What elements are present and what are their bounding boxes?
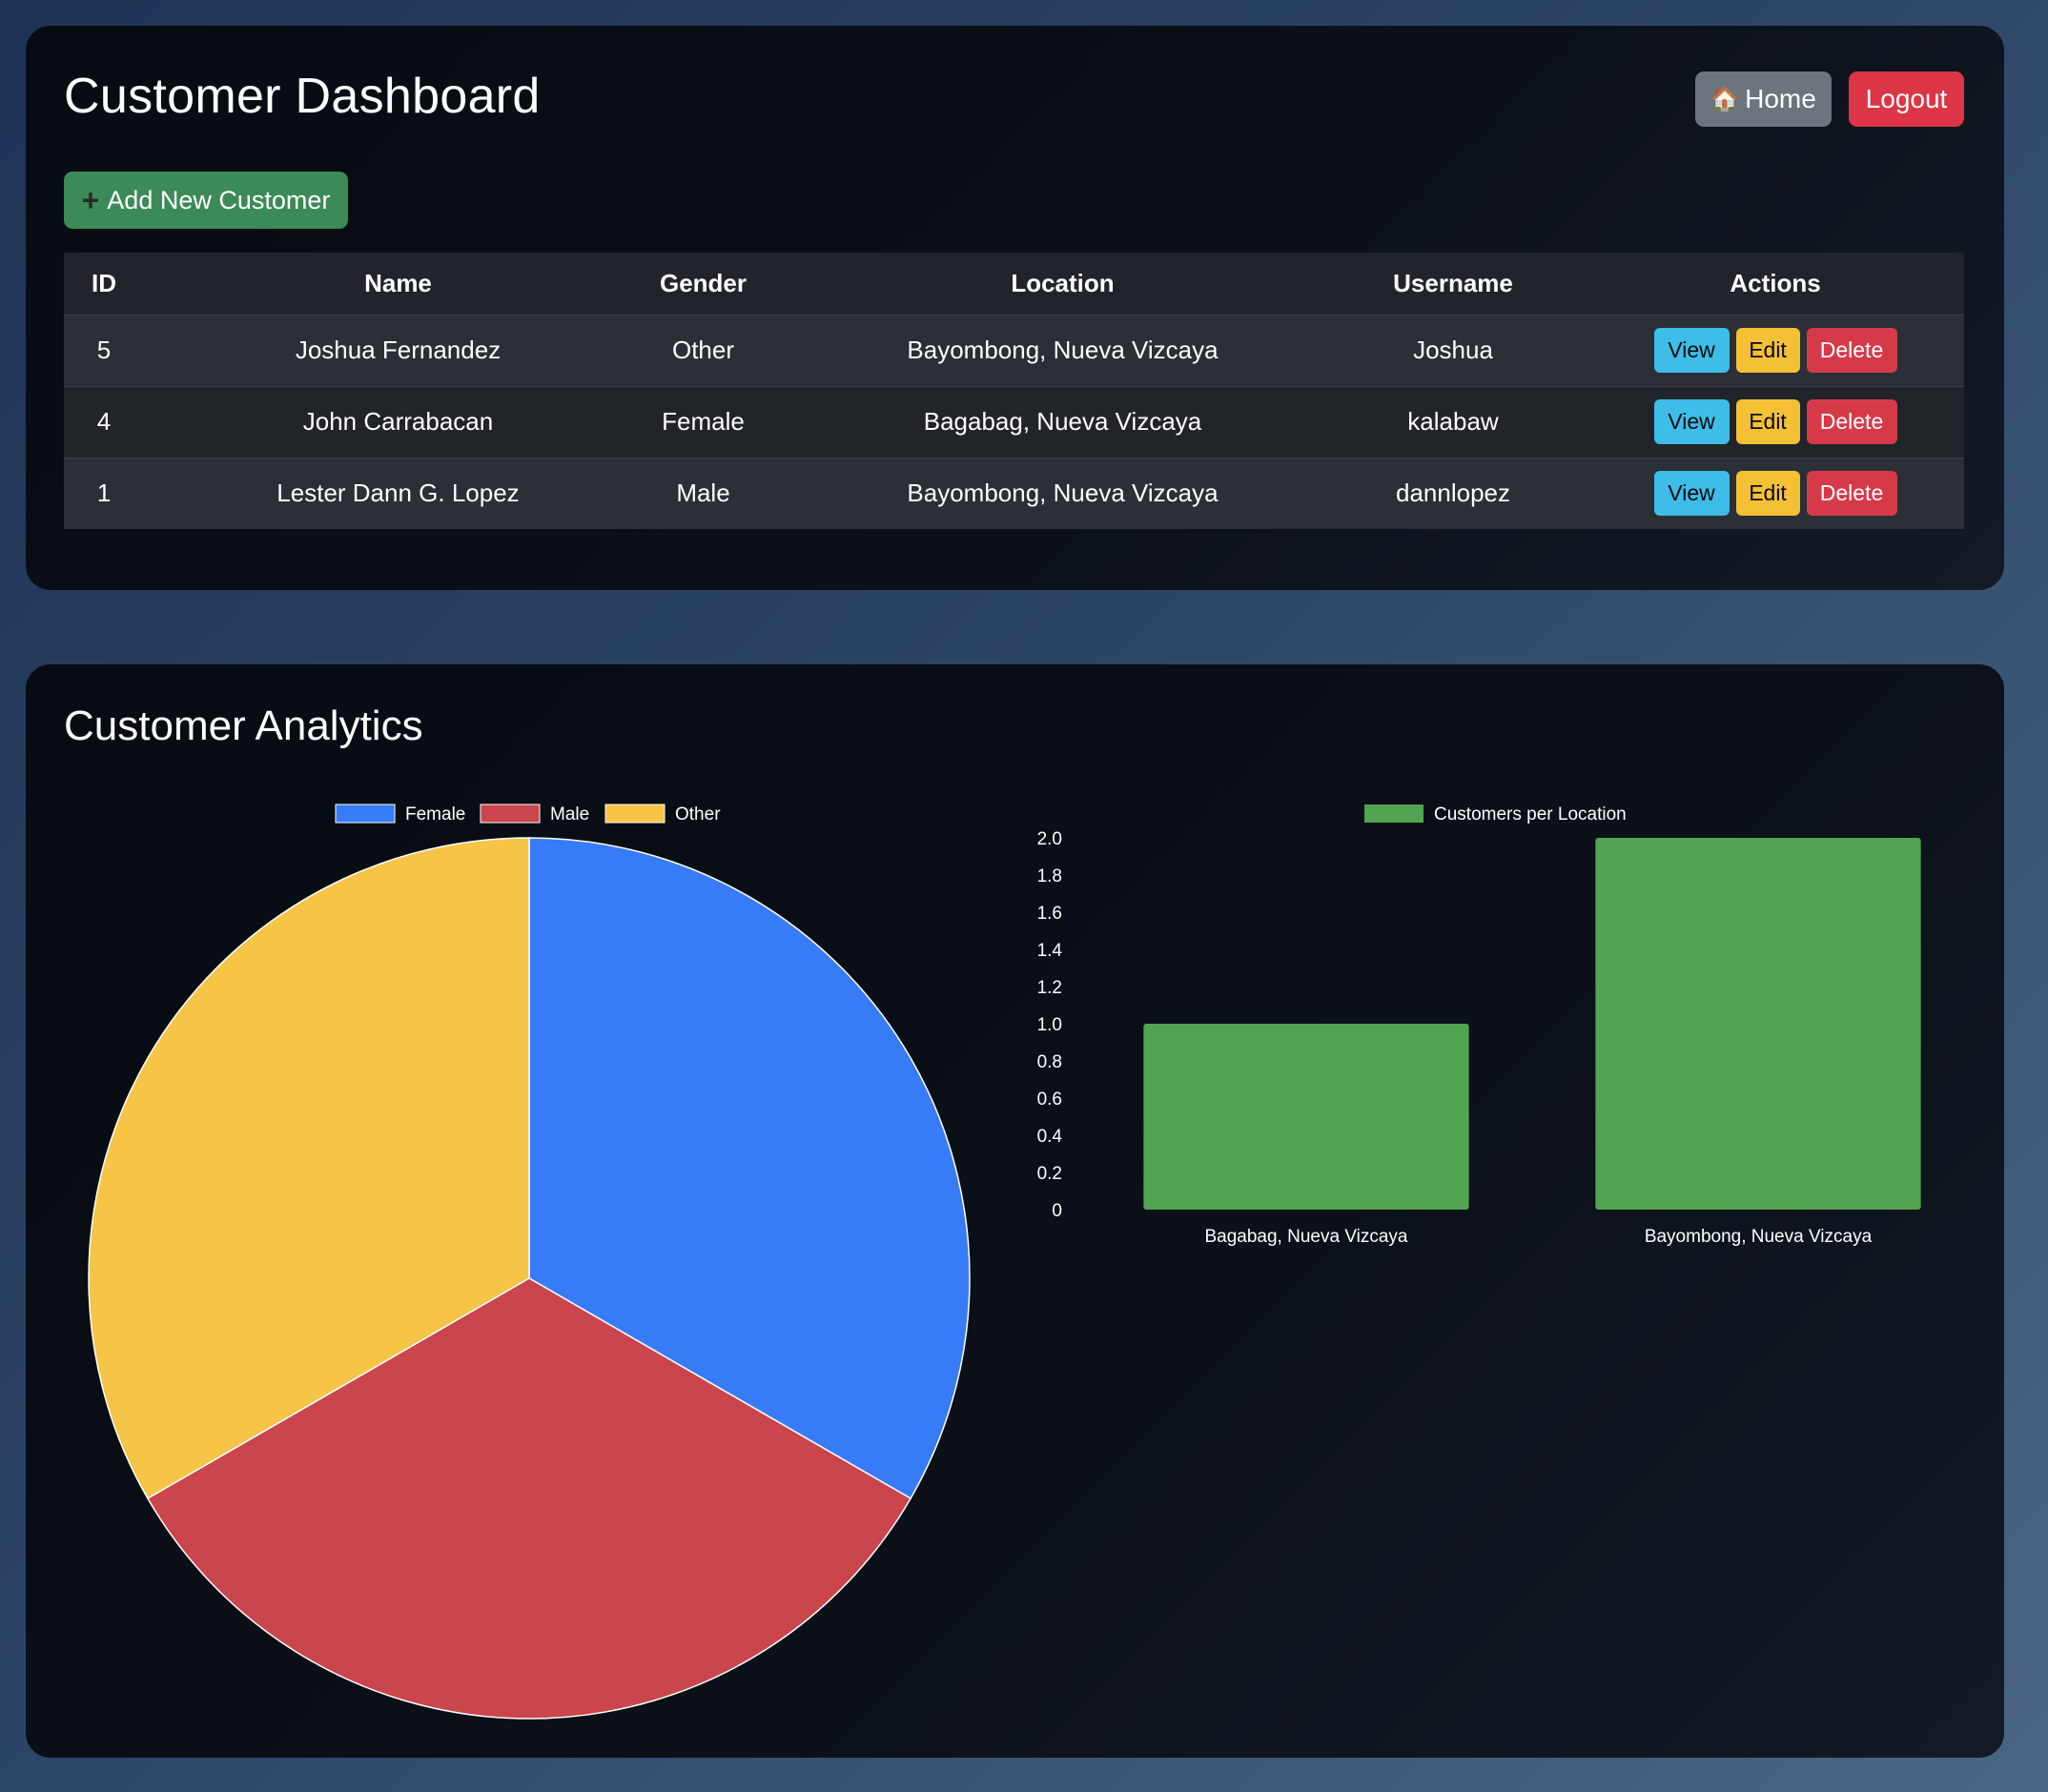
cell-name: Joshua Fernandez bbox=[295, 336, 502, 364]
view-button[interactable]: View bbox=[1653, 399, 1730, 444]
y-tick-label: 1.4 bbox=[1037, 941, 1063, 961]
y-tick-label: 0.8 bbox=[1037, 1052, 1062, 1072]
y-tick-label: 1.6 bbox=[1037, 904, 1062, 924]
table-header-row: ID Name Gender Location Username Actions bbox=[64, 253, 1964, 315]
legend-swatch-female bbox=[335, 804, 396, 824]
y-tick-label: 0.2 bbox=[1037, 1164, 1062, 1184]
legend-swatch-customers-per-location bbox=[1364, 804, 1423, 823]
y-tick-label: 0.6 bbox=[1037, 1089, 1062, 1110]
cell-location: Bagabag, Nueva Vizcaya bbox=[923, 407, 1202, 436]
home-button[interactable]: 🏠 Home bbox=[1695, 71, 1832, 127]
plus-icon: + bbox=[81, 183, 100, 217]
column-header-name: Name bbox=[364, 268, 432, 297]
analytics-charts: Female Male Other 0 0.2 0.4 0.6 0.8 1.0 1.2 1.4 1.… bbox=[88, 804, 1921, 1720]
x-tick-label: Bagabag, Nueva Vizcaya bbox=[1204, 1227, 1407, 1247]
table-row: 1 Lester Dann G. Lopez Male Bayombong, N… bbox=[64, 458, 1964, 529]
y-tick-label: 1.2 bbox=[1037, 978, 1062, 998]
x-tick-label: Bayombong, Nueva Vizcaya bbox=[1645, 1227, 1873, 1247]
column-header-id: ID bbox=[92, 268, 116, 297]
cell-actions: View Edit Delete bbox=[1535, 315, 1964, 386]
cell-location: Bayombong, Nueva Vizcaya bbox=[907, 336, 1219, 364]
legend-label-customers-per-location: Customers per Location bbox=[1434, 804, 1627, 825]
cell-username: Joshua bbox=[1413, 336, 1493, 364]
table-row: 5 Joshua Fernandez Other Bayombong, Nuev… bbox=[64, 315, 1964, 386]
delete-button[interactable]: Delete bbox=[1806, 328, 1897, 373]
gender-pie-chart: Female Male Other bbox=[88, 804, 971, 1720]
bar bbox=[1595, 838, 1921, 1210]
home-button-label: Home bbox=[1745, 84, 1816, 113]
legend-swatch-male bbox=[480, 804, 541, 824]
y-tick-label: 2.0 bbox=[1037, 829, 1062, 849]
add-new-customer-button[interactable]: + Add New Customer bbox=[64, 172, 348, 229]
view-button[interactable]: View bbox=[1653, 328, 1730, 373]
cell-name: John Carrabacan bbox=[302, 407, 494, 436]
cell-actions: View Edit Delete bbox=[1535, 386, 1964, 458]
legend-swatch-other bbox=[604, 804, 666, 824]
view-button[interactable]: View bbox=[1653, 471, 1730, 517]
legend-label-male: Male bbox=[550, 804, 589, 825]
cell-id: 4 bbox=[96, 407, 112, 436]
logout-button[interactable]: Logout bbox=[1849, 71, 1964, 127]
logout-button-label: Logout bbox=[1865, 84, 1948, 113]
legend-label-other: Other bbox=[675, 804, 721, 825]
page-title: Customer Dashboard bbox=[64, 69, 541, 124]
location-bar-chart: 0 0.2 0.4 0.6 0.8 1.0 1.2 1.4 1.6 1.8 2.0 Bagabag, … bbox=[1037, 804, 1921, 1247]
edit-button[interactable]: Edit bbox=[1735, 328, 1800, 373]
legend-label-female: Female bbox=[405, 804, 465, 825]
cell-username: kalabaw bbox=[1407, 407, 1499, 436]
customer-table: ID Name Gender Location Username Actions… bbox=[64, 253, 1964, 529]
cell-name: Lester Dann G. Lopez bbox=[276, 479, 520, 508]
add-new-customer-label: Add New Customer bbox=[107, 185, 331, 214]
y-tick-label: 1.8 bbox=[1037, 866, 1062, 886]
house-icon: 🏠 bbox=[1710, 86, 1740, 112]
column-header-gender: Gender bbox=[659, 268, 748, 297]
edit-button[interactable]: Edit bbox=[1735, 399, 1800, 444]
cell-gender: Male bbox=[676, 479, 730, 508]
y-tick-label: 1.0 bbox=[1037, 1015, 1062, 1035]
cell-actions: View Edit Delete bbox=[1535, 458, 1964, 529]
cell-id: 5 bbox=[96, 336, 112, 364]
bar bbox=[1143, 1024, 1469, 1210]
analytics-card: Customer Analytics Female Male Other 0 0.2 0… bbox=[26, 664, 2004, 1758]
cell-gender: Other bbox=[671, 336, 735, 364]
column-header-location: Location bbox=[1011, 268, 1115, 297]
cell-username: dannlopez bbox=[1396, 479, 1510, 508]
cell-id: 1 bbox=[96, 479, 112, 508]
column-header-username: Username bbox=[1393, 268, 1513, 297]
cell-gender: Female bbox=[662, 407, 745, 436]
column-header-actions-label: Actions bbox=[1730, 268, 1821, 297]
table-row: 4 John Carrabacan Female Bagabag, Nueva … bbox=[64, 386, 1964, 458]
y-tick-label: 0.4 bbox=[1037, 1127, 1063, 1147]
cell-location: Bayombong, Nueva Vizcaya bbox=[907, 479, 1219, 508]
column-header-actions: Actions bbox=[1535, 253, 1964, 315]
delete-button[interactable]: Delete bbox=[1806, 471, 1897, 517]
delete-button[interactable]: Delete bbox=[1806, 399, 1897, 444]
dashboard-card: Customer Dashboard 🏠 Home Logout + Add N… bbox=[26, 26, 2004, 590]
edit-button[interactable]: Edit bbox=[1735, 471, 1800, 517]
y-tick-label: 0 bbox=[1052, 1201, 1062, 1221]
